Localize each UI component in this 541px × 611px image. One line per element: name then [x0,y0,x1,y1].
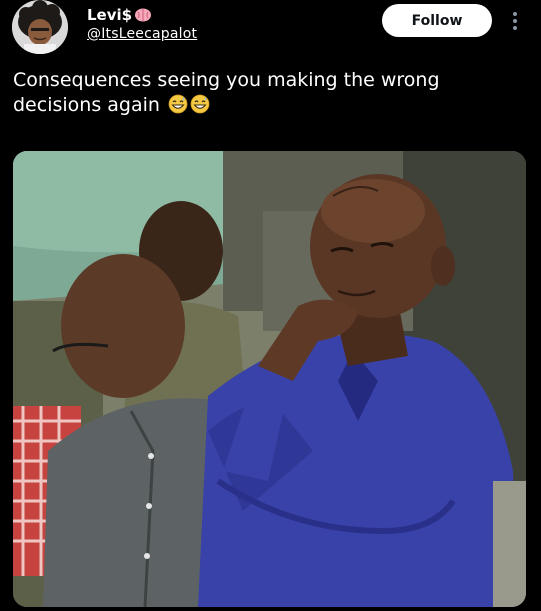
follow-button[interactable]: Follow [382,4,492,37]
grinning-sweat-emoji-icon [190,94,210,114]
avatar[interactable] [12,0,68,54]
tweet-body: Consequences seeing you making the wrong… [13,69,440,116]
grinning-sweat-emoji-icon [168,94,188,114]
more-vertical-icon[interactable] [508,9,522,33]
tweet-post: Levi$ @ItsLeecapalot Follow Consequences… [0,0,541,611]
display-name[interactable]: Levi$ [87,6,132,24]
tweet-header: Levi$ @ItsLeecapalot Follow [12,0,529,56]
brain-icon [134,7,152,23]
author-handle[interactable]: @ItsLeecapalot [87,26,197,42]
tweet-text: Consequences seeing you making the wrong… [13,68,513,118]
media-image[interactable] [13,151,526,607]
display-name-row: Levi$ [87,6,197,24]
author-names: Levi$ @ItsLeecapalot [87,6,197,42]
